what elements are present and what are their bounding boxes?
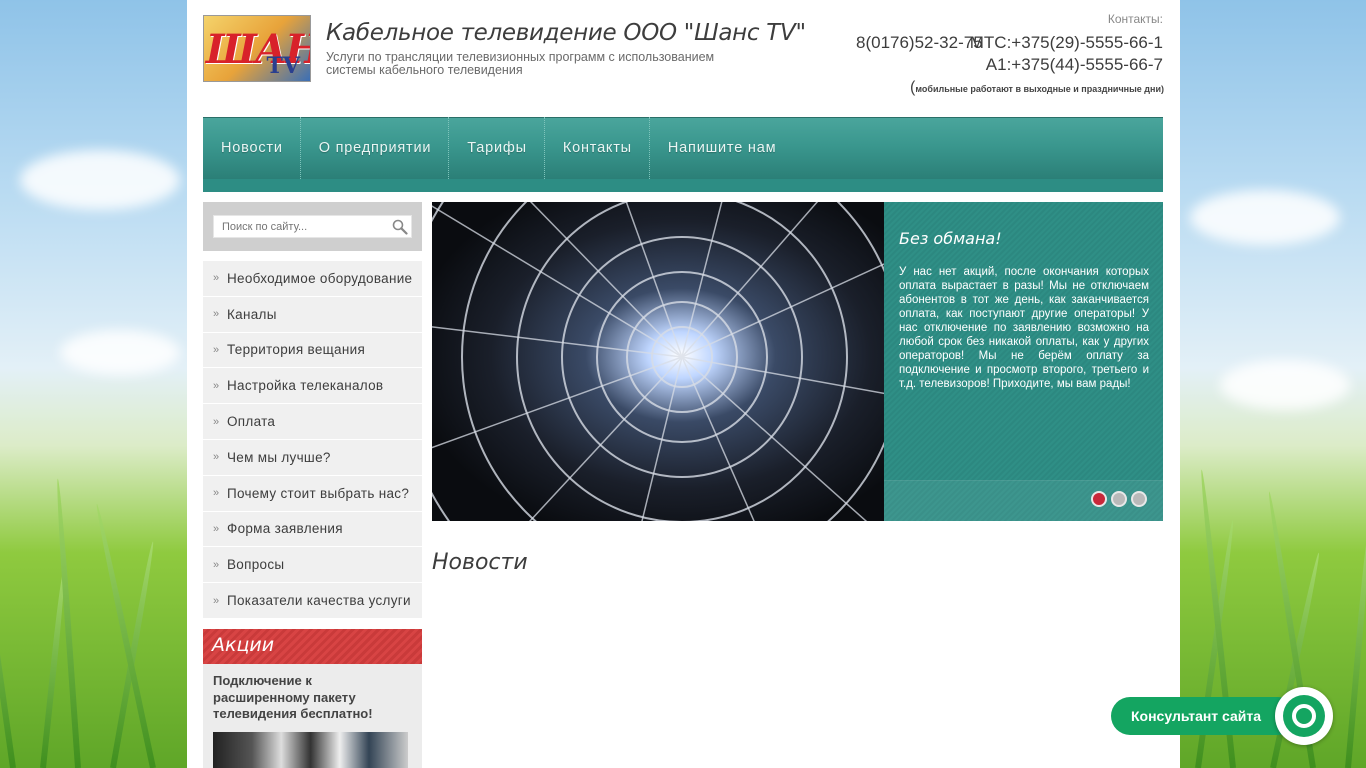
chevron-right-icon: » bbox=[213, 308, 220, 321]
chevron-right-icon: » bbox=[213, 558, 220, 571]
sidebar-item-channels[interactable]: » Каналы bbox=[203, 296, 422, 333]
sidebar-item-label: Необходимое оборудование bbox=[227, 270, 413, 286]
slide-title: Без обмана! bbox=[899, 229, 1002, 248]
slide-controls bbox=[884, 480, 1163, 521]
slider-dot-2[interactable] bbox=[1111, 491, 1127, 507]
sidebar-item-equipment[interactable]: » Необходимое оборудование bbox=[203, 261, 422, 297]
tv-tunnel-image bbox=[432, 202, 884, 521]
slider: Без обмана! У нас нет акций, после оконч… bbox=[432, 202, 1163, 521]
sidebar-item-tuning[interactable]: » Настройка телеканалов bbox=[203, 368, 422, 405]
slider-dot-1[interactable] bbox=[1091, 491, 1107, 507]
site-subtitle: Услуги по трансляции телевизионных прогр… bbox=[326, 50, 715, 77]
nav-item-about[interactable]: О предприятии bbox=[301, 117, 450, 179]
chevron-right-icon: » bbox=[213, 415, 220, 428]
sidebar-item-label: Каналы bbox=[227, 306, 277, 322]
nav-items: Новости О предприятии Тарифы Контакты На… bbox=[203, 117, 793, 179]
sidebar-item-application[interactable]: » Форма заявления bbox=[203, 511, 422, 548]
promo-title: Акции bbox=[212, 634, 275, 656]
chevron-right-icon: » bbox=[213, 343, 220, 356]
slide-image bbox=[432, 202, 884, 521]
chevron-right-icon: » bbox=[213, 487, 220, 500]
phone-city: 8(0176)52-32-75 bbox=[856, 33, 983, 52]
phone-a1: A1:+375(44)-5555-66-7 bbox=[985, 55, 1163, 74]
sidebar-item-payment[interactable]: » Оплата bbox=[203, 404, 422, 440]
background-cloud bbox=[60, 330, 180, 375]
background-cloud bbox=[20, 150, 180, 210]
mobile-note-text: мобильные работают в выходные и празднич… bbox=[915, 84, 1161, 94]
nav-item-news[interactable]: Новости bbox=[203, 117, 301, 179]
nav-item-contacts[interactable]: Контакты bbox=[545, 117, 650, 179]
sidebar-item-label: Почему стоит выбрать нас? bbox=[227, 485, 410, 501]
sidebar-item-why-choose[interactable]: » Почему стоит выбрать нас? bbox=[203, 475, 422, 512]
search-input[interactable] bbox=[213, 215, 412, 238]
grass-blade bbox=[1345, 528, 1366, 768]
sidebar-item-why-better[interactable]: » Чем мы лучше? bbox=[203, 439, 422, 476]
site-logo[interactable]: ШАНС TV bbox=[203, 15, 311, 82]
sidebar-item-label: Оплата bbox=[227, 414, 276, 430]
site-title: Кабельное телевидение ООО "Шанс TV" bbox=[326, 20, 806, 46]
sidebar-item-label: Чем мы лучше? bbox=[227, 449, 331, 465]
sidebar-menu: » Необходимое оборудование » Каналы » Терри… bbox=[203, 261, 422, 619]
sidebar-item-label: Форма заявления bbox=[227, 521, 343, 537]
sidebar-item-coverage[interactable]: » Территория вещания bbox=[203, 332, 422, 369]
main-nav: Новости О предприятии Тарифы Контакты На… bbox=[203, 117, 1163, 192]
phone-mts: МТС:+375(29)-5555-66-1 bbox=[969, 33, 1163, 52]
chevron-right-icon: » bbox=[213, 594, 220, 607]
chat-icon[interactable] bbox=[1275, 687, 1333, 745]
sidebar-item-quality[interactable]: » Показатели качества услуги bbox=[203, 583, 422, 619]
search-icon[interactable] bbox=[392, 219, 408, 235]
background-cloud bbox=[1190, 190, 1340, 245]
sidebar-item-label: Территория вещания bbox=[227, 342, 366, 358]
chevron-right-icon: » bbox=[213, 451, 220, 464]
slide-caption-panel: Без обмана! У нас нет акций, после оконч… bbox=[884, 202, 1163, 521]
consultant-label: Консультант сайта bbox=[1131, 708, 1262, 724]
nav-item-write-us[interactable]: Напишите нам bbox=[650, 117, 793, 179]
slider-dots bbox=[1091, 491, 1147, 507]
logo-mark: TV bbox=[266, 53, 300, 79]
grass-blade bbox=[0, 510, 16, 768]
news-heading: Новости bbox=[432, 550, 528, 575]
sidebar-item-label: Показатели качества услуги bbox=[227, 593, 411, 609]
background-cloud bbox=[1220, 360, 1350, 410]
mobile-note: (мобильные работают в выходные и праздни… bbox=[910, 79, 1164, 97]
slider-dot-3[interactable] bbox=[1131, 491, 1147, 507]
chevron-right-icon: » bbox=[213, 272, 220, 285]
sidebar-item-questions[interactable]: » Вопросы bbox=[203, 547, 422, 584]
nav-stripe bbox=[203, 179, 1163, 192]
sidebar-item-label: Вопросы bbox=[227, 557, 285, 573]
promo-image[interactable] bbox=[213, 732, 408, 768]
slide-text: У нас нет акций, после окончания которых… bbox=[899, 266, 1149, 390]
nav-item-tariffs[interactable]: Тарифы bbox=[449, 117, 545, 179]
mobile-note-close: ) bbox=[1161, 84, 1164, 94]
promo-header: Акции bbox=[203, 629, 422, 664]
chevron-right-icon: » bbox=[213, 522, 220, 535]
page-container: ШАНС TV Кабельное телевидение ООО "Шанс … bbox=[187, 0, 1180, 768]
promo-block: Подключение к расширенному пакету телеви… bbox=[203, 664, 422, 768]
grass-blade bbox=[93, 503, 156, 768]
contacts-label: Контакты: bbox=[1107, 12, 1163, 26]
chevron-right-icon: » bbox=[213, 379, 220, 392]
consultant-button[interactable]: Консультант сайта bbox=[1111, 697, 1297, 735]
promo-text[interactable]: Подключение к расширенному пакету телеви… bbox=[213, 673, 403, 723]
sidebar-item-label: Настройка телеканалов bbox=[227, 378, 384, 394]
search-box bbox=[203, 202, 422, 251]
